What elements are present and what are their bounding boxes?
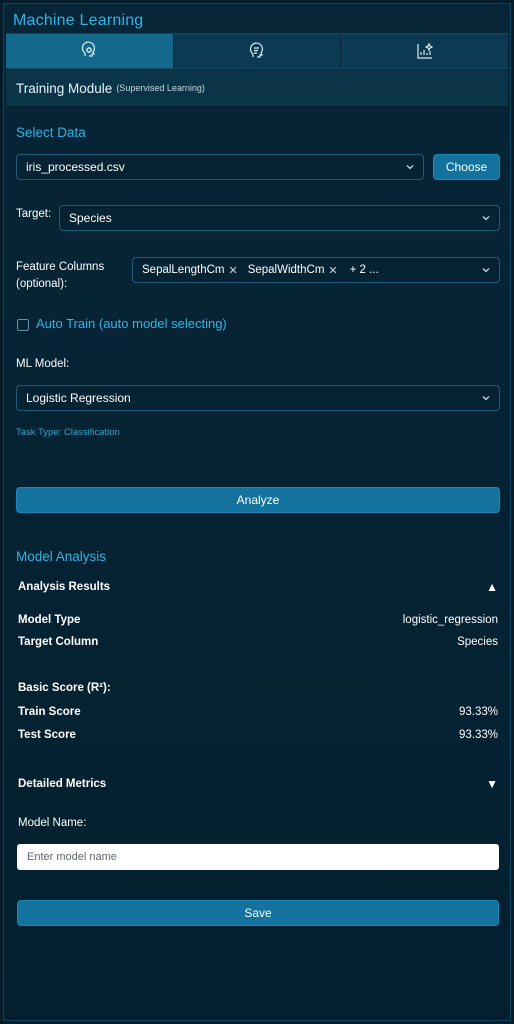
triangle-up-icon: ▲ <box>486 580 498 594</box>
module-subtitle: (Supervised Learning) <box>116 83 205 93</box>
detailed-metrics-title: Detailed Metrics <box>18 778 107 790</box>
brain-list-icon <box>249 42 264 58</box>
feature-chip-label: SepalLengthCm <box>142 264 225 276</box>
test-score-value: 93.33% <box>458 729 498 741</box>
basic-score-label: Basic Score (R²): <box>18 682 111 694</box>
tab-visualization[interactable] <box>341 34 509 68</box>
tab-prediction[interactable] <box>173 34 342 68</box>
analysis-results-header[interactable]: Analysis Results ▲ <box>18 580 498 594</box>
detailed-metrics-header[interactable]: Detailed Metrics ▼ <box>18 777 498 791</box>
triangle-down-icon: ▼ <box>486 777 498 791</box>
analyze-button[interactable]: Analyze <box>16 487 500 513</box>
model-analysis-heading: Model Analysis <box>16 549 107 564</box>
model-type-row: Model Type logistic_regression <box>18 614 498 626</box>
file-select-value: iris_processed.csv <box>26 160 125 174</box>
module-header: Training Module (Supervised Learning) <box>6 70 508 106</box>
target-column-label: Target Column <box>18 636 99 648</box>
brain-gear-icon <box>82 41 96 57</box>
file-select[interactable]: iris_processed.csv <box>16 154 424 180</box>
ml-model-value: Logistic Regression <box>26 391 131 405</box>
chevron-down-icon <box>482 396 490 401</box>
chevron-down-icon <box>482 268 490 273</box>
test-score-row: Test Score 93.33% <box>18 729 498 741</box>
basic-score-row: Basic Score (R²): <box>18 682 498 694</box>
more-features-count: + 2 ... <box>349 264 379 276</box>
train-score-row: Train Score 93.33% <box>18 706 498 718</box>
auto-train-label[interactable]: Auto Train (auto model selecting) <box>36 316 227 331</box>
feature-chip-label: SepalWidthCm <box>247 264 325 276</box>
choose-button[interactable]: Choose <box>433 154 500 180</box>
select-data-heading: Select Data <box>16 125 86 140</box>
target-select[interactable]: Species <box>59 205 500 231</box>
model-type-value: logistic_regression <box>402 614 498 626</box>
feature-columns-select[interactable]: SepalLengthCm ✕ SepalWidthCm ✕ + 2 ... <box>132 257 500 283</box>
ml-model-label: ML Model: <box>16 358 70 370</box>
module-title: Training Module <box>16 80 113 96</box>
test-score-label: Test Score <box>18 729 76 741</box>
train-score-label: Train Score <box>18 706 81 718</box>
tab-bar <box>6 33 509 69</box>
feature-chip: SepalWidthCm ✕ <box>248 264 338 277</box>
app-title: Machine Learning <box>13 12 144 29</box>
train-score-value: 93.33% <box>458 706 498 718</box>
remove-chip-icon[interactable]: ✕ <box>328 264 337 277</box>
feature-chip: SepalLengthCm ✕ <box>142 264 238 277</box>
tab-training[interactable] <box>6 34 174 68</box>
task-type-text: Task Type: Classification <box>16 427 120 438</box>
model-name-label: Model Name: <box>18 817 87 829</box>
analysis-results-title: Analysis Results <box>18 581 111 593</box>
chart-sparkle-icon <box>417 42 434 59</box>
chevron-down-icon <box>406 165 414 170</box>
auto-train-checkbox[interactable] <box>17 319 29 331</box>
target-select-value: Species <box>69 211 112 225</box>
chevron-down-icon <box>482 216 490 221</box>
feature-columns-label: Feature Columns (optional): <box>16 261 105 290</box>
ml-model-select[interactable]: Logistic Regression <box>16 385 500 411</box>
target-column-row: Target Column Species <box>18 636 498 648</box>
target-column-value: Species <box>457 636 498 648</box>
model-name-input[interactable] <box>17 844 499 870</box>
target-label: Target: <box>16 208 52 220</box>
model-type-label: Model Type <box>18 614 81 626</box>
remove-chip-icon[interactable]: ✕ <box>228 264 237 277</box>
save-button[interactable]: Save <box>17 900 499 926</box>
